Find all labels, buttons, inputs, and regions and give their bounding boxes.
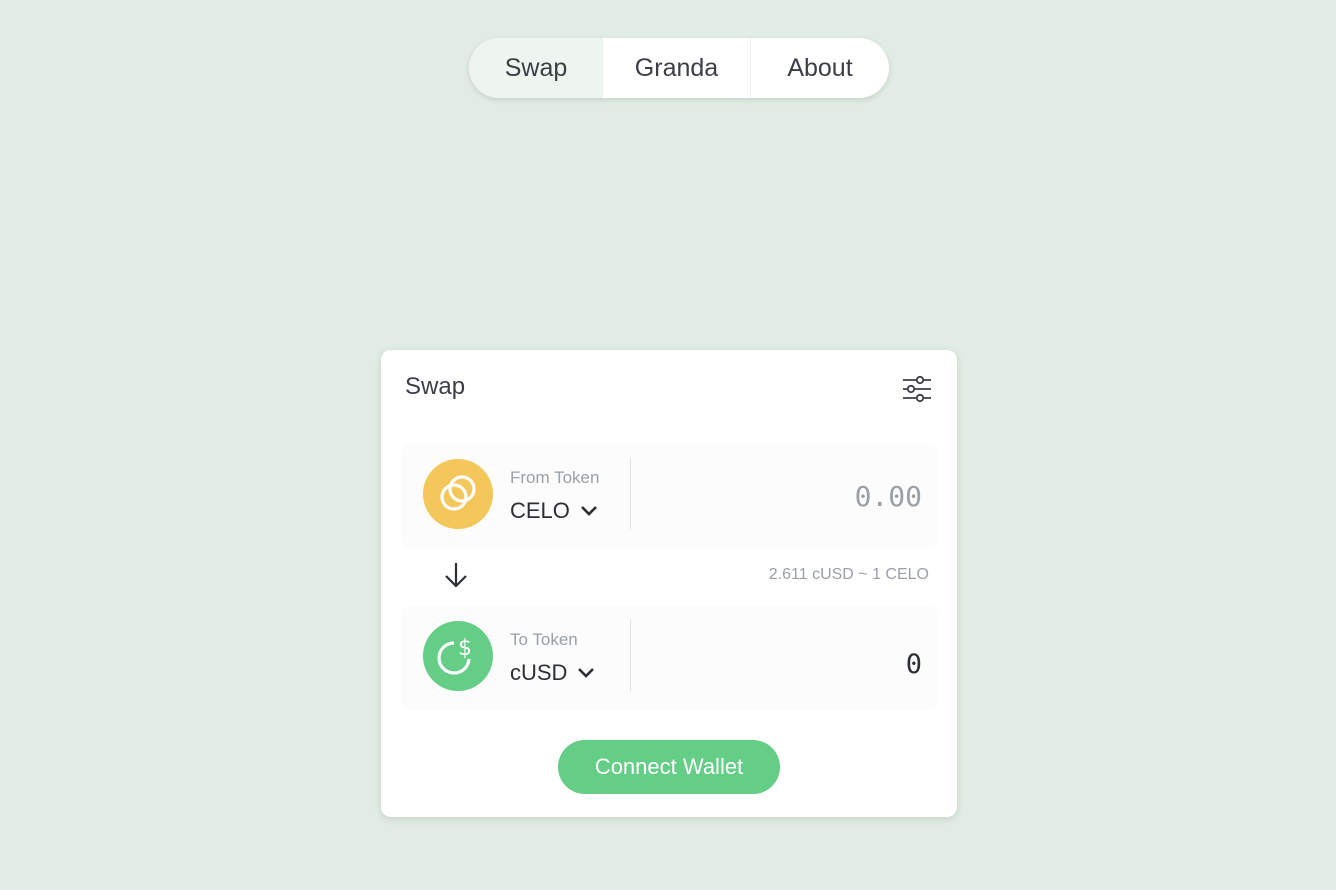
svg-text:$: $	[458, 636, 472, 661]
top-nav: Swap Granda About	[469, 38, 889, 98]
swap-card: Swap From Token CELO 0.00 2.611 cUSD ~ 1…	[381, 350, 957, 817]
from-token-symbol: CELO	[510, 498, 570, 523]
connect-wallet-button[interactable]: Connect Wallet	[558, 740, 780, 794]
arrow-down-icon	[445, 563, 467, 588]
celo-logo-icon	[423, 459, 493, 529]
from-token-box: From Token CELO	[401, 444, 938, 548]
to-token-symbol: cUSD	[510, 660, 568, 685]
card-title: Swap	[405, 373, 466, 400]
settings-button[interactable]	[901, 374, 933, 404]
cusd-logo-icon: $	[423, 621, 493, 691]
swap-direction-button[interactable]	[441, 559, 471, 591]
sliders-icon	[903, 375, 931, 403]
chevron-down-icon	[578, 668, 595, 678]
tab-swap[interactable]: Swap	[469, 38, 603, 98]
tab-about[interactable]: About	[751, 38, 889, 98]
to-token-select[interactable]: cUSD	[510, 660, 595, 686]
to-amount-output[interactable]	[642, 645, 922, 683]
chevron-down-icon	[581, 506, 597, 516]
from-amount-input[interactable]	[642, 477, 922, 515]
tab-granda[interactable]: Granda	[603, 38, 751, 98]
divider	[630, 619, 631, 691]
to-token-box: $ To Token cUSD	[401, 606, 938, 710]
from-token-label: From Token	[510, 468, 600, 487]
exchange-rate: 2.611 cUSD ~ 1 CELO	[768, 566, 929, 583]
from-token-select[interactable]: CELO	[510, 498, 598, 524]
to-token-label: To Token	[510, 630, 578, 649]
divider	[630, 457, 631, 529]
